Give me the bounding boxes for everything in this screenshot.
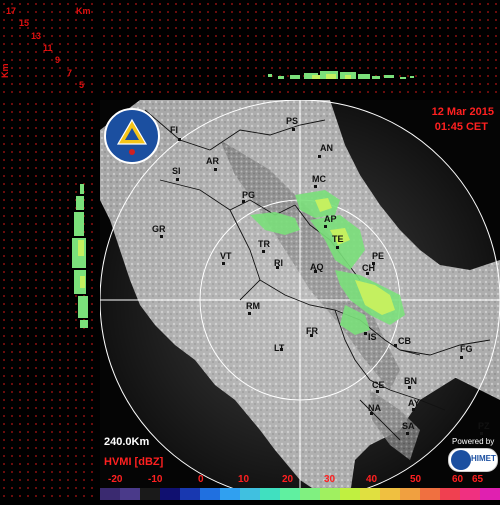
- left-projection-panel: [0, 100, 98, 500]
- ruler-tick: 7: [67, 68, 73, 78]
- ruler-unit: Km: [76, 6, 91, 16]
- date-label: 12 Mar 2015: [431, 106, 494, 118]
- legend-tick-label: -10: [148, 474, 163, 485]
- legend-tick-label: 60: [452, 474, 464, 485]
- legend-tick-label: 40: [366, 474, 378, 485]
- city-label-pg: PG: [242, 190, 256, 200]
- legend-swatch: [120, 488, 140, 500]
- city-label-bn: BN: [404, 376, 417, 386]
- city-label-ch: CH: [362, 263, 375, 273]
- city-label-rm: RM: [246, 301, 260, 311]
- legend-swatch: [300, 488, 320, 500]
- legend-title: HVMI [dBZ]: [104, 456, 164, 468]
- legend-swatch: [360, 488, 380, 500]
- legend-tick-label: 0: [198, 474, 204, 485]
- legend-swatch: [220, 488, 240, 500]
- city-label-fg: FG: [460, 344, 473, 354]
- terrain-map: [100, 100, 500, 500]
- legend-swatch: [340, 488, 360, 500]
- legend-swatch: [160, 488, 180, 500]
- city-label-ap: AP: [324, 214, 337, 224]
- legend-colorbar: [100, 488, 500, 500]
- legend-swatch: [240, 488, 260, 500]
- radar-map[interactable]: PS FI AN AR SI MC PG GR AP TE TR VT RI P…: [100, 100, 500, 500]
- legend-tick-label: 65: [472, 474, 484, 485]
- civil-protection-logo: [104, 108, 160, 164]
- city-label-tr: TR: [258, 239, 270, 249]
- ruler-tick: 9: [55, 55, 61, 65]
- city-label-na: NA: [368, 403, 381, 413]
- ruler-tick: 5: [79, 80, 85, 90]
- city-label-fi: FI: [170, 125, 178, 135]
- city-label-te: TE: [332, 234, 344, 244]
- ruler-tick: 13: [31, 31, 42, 41]
- city-label-sa: SA: [402, 421, 415, 431]
- city-label-ps: PS: [286, 116, 299, 126]
- ruler-unit-vertical: Km: [0, 63, 10, 78]
- time-label: 01:45 CET: [434, 121, 488, 133]
- city-label-si: SI: [172, 166, 181, 176]
- logo-triangle-icon: [116, 118, 148, 155]
- ruler-tick: 15: [19, 18, 30, 28]
- city-label-lt: LT: [274, 343, 285, 353]
- ruler-tick: 17: [6, 6, 17, 16]
- legend-swatch: [140, 488, 160, 500]
- powered-by-label: Powered by: [452, 437, 495, 446]
- city-label-an: AN: [320, 143, 333, 153]
- range-label: 240.0Km: [104, 436, 150, 448]
- city-label-is: IS: [368, 332, 377, 342]
- city-label-ay: AY: [408, 398, 420, 408]
- city-label-pz: PZ: [478, 421, 490, 431]
- top-projection-panel: [100, 0, 500, 98]
- ruler-tick: 11: [43, 43, 53, 53]
- legend-tick-label: 50: [410, 474, 422, 485]
- legend-swatch: [420, 488, 440, 500]
- legend-swatch: [440, 488, 460, 500]
- city-label-mc: MC: [312, 174, 326, 184]
- legend-swatch: [100, 488, 120, 500]
- legend-tick-label: -20: [108, 474, 123, 485]
- city-label-gr: GR: [152, 224, 166, 234]
- legend-swatch: [380, 488, 400, 500]
- legend-swatch: [260, 488, 280, 500]
- legend-tick-label: 30: [324, 474, 336, 485]
- city-label-aq: AQ: [310, 262, 324, 272]
- height-ruler-panel: 17 Km 15 13 11 9 7 5 Km: [0, 0, 98, 98]
- legend-swatch: [280, 488, 300, 500]
- legend-tick-labels: -20 -10 0 10 20 30 40 50 60 65: [100, 474, 500, 486]
- legend-swatch: [200, 488, 220, 500]
- legend-swatch: [400, 488, 420, 500]
- legend-tick-label: 10: [238, 474, 250, 485]
- legend-swatch: [460, 488, 480, 500]
- city-label-ar: AR: [206, 156, 219, 166]
- city-label-fr: FR: [306, 326, 318, 336]
- himet-logo: HIMET: [448, 448, 498, 472]
- legend-swatch: [320, 488, 340, 500]
- city-label-pe: PE: [372, 251, 385, 261]
- legend-tick-label: 20: [282, 474, 294, 485]
- himet-logo-icon: [451, 450, 471, 470]
- city-label-cb: CB: [398, 336, 411, 346]
- himet-logo-text: HIMET: [471, 454, 496, 463]
- legend-swatch: [480, 488, 500, 500]
- top-projection-echoes: [268, 71, 414, 79]
- city-label-vt: VT: [220, 251, 232, 261]
- left-projection-echoes: [72, 184, 88, 328]
- city-label-ce: CE: [372, 380, 385, 390]
- city-label-ri: RI: [274, 258, 283, 268]
- legend-swatch: [180, 488, 200, 500]
